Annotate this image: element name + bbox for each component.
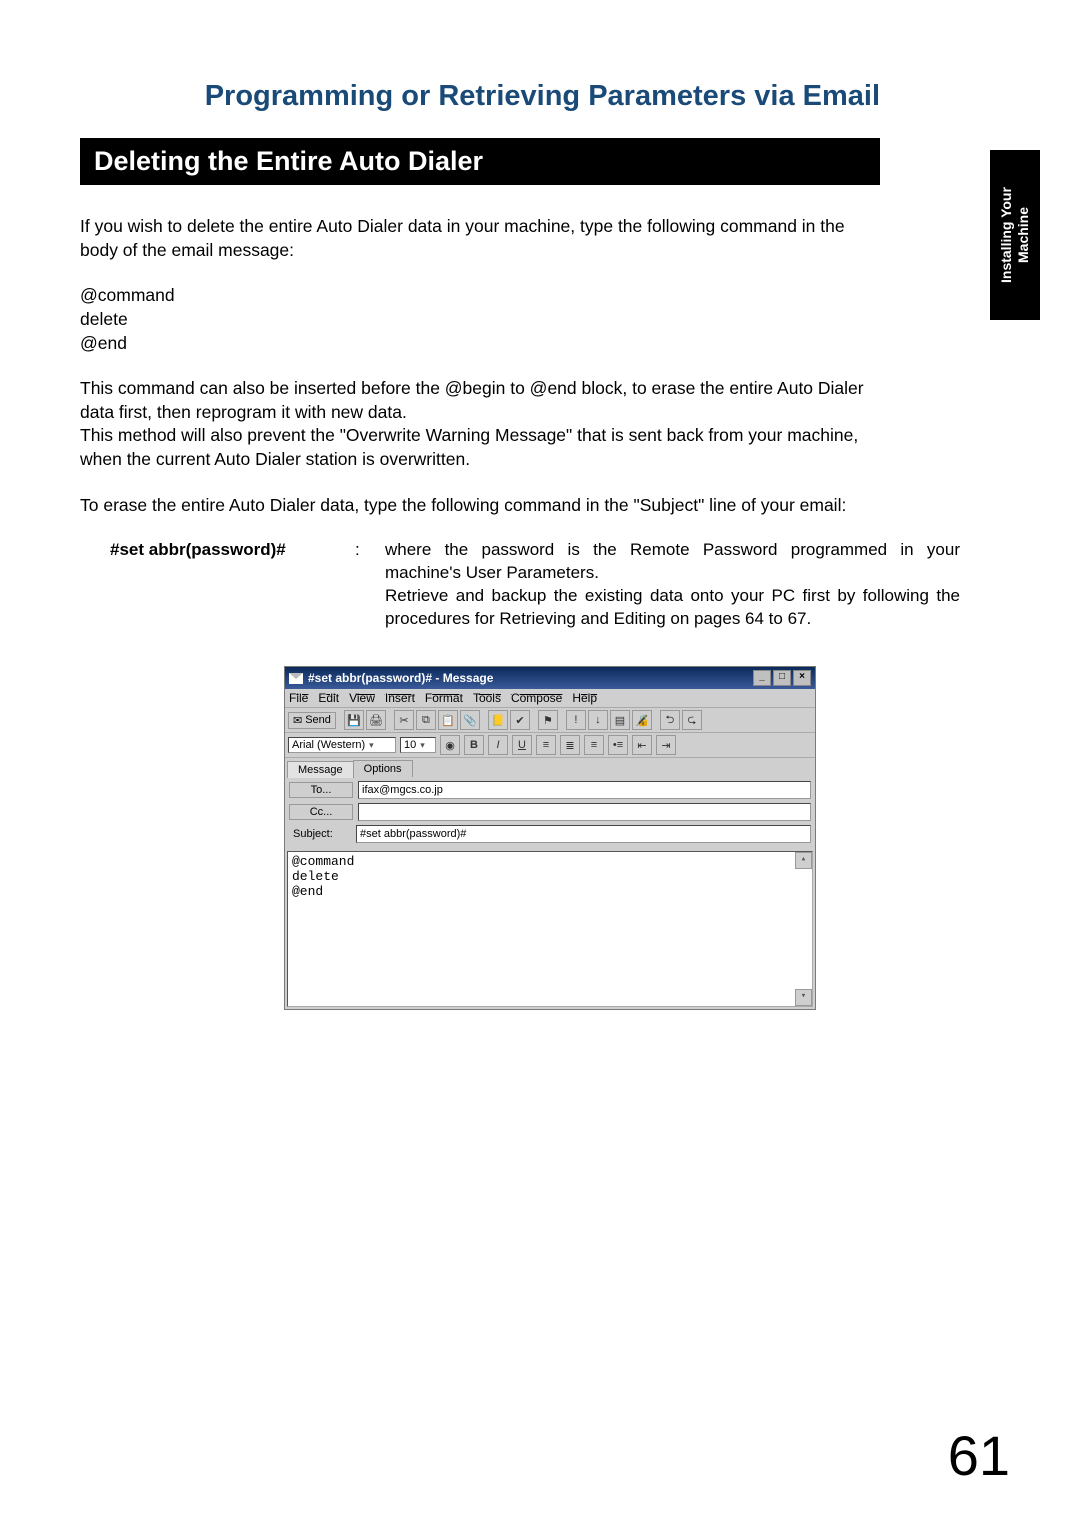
font-size-combo[interactable]: 10: [400, 737, 436, 753]
window-title: #set abbr(password)# - Message: [308, 671, 493, 685]
align-center-icon[interactable]: ≣: [560, 735, 580, 755]
page-number: 61: [948, 1423, 1010, 1488]
email-titlebar: #set abbr(password)# - Message _ □ ×: [285, 667, 815, 689]
font-name-combo[interactable]: Arial (Western): [288, 737, 396, 753]
outdent-icon[interactable]: ⇤: [632, 735, 652, 755]
menu-format[interactable]: Format: [425, 691, 463, 705]
side-tab: Installing Your Machine: [990, 150, 1040, 320]
align-left-icon[interactable]: ≡: [536, 735, 556, 755]
scroll-up-button[interactable]: ▴: [795, 852, 812, 869]
send-button[interactable]: Send: [288, 712, 336, 729]
italic-icon[interactable]: I: [488, 735, 508, 755]
mail-icon: [289, 673, 303, 684]
menu-insert[interactable]: Insert: [385, 691, 415, 705]
print-icon[interactable]: 🖨: [366, 710, 386, 730]
definition-term: #set abbr(password)#: [110, 539, 355, 631]
explain-paragraph-3: To erase the entire Auto Dialer data, ty…: [80, 494, 880, 518]
previous-icon[interactable]: ⮌: [660, 710, 680, 730]
to-field[interactable]: ifax@mgcs.co.jp: [358, 781, 811, 799]
paste-icon[interactable]: 📋: [438, 710, 458, 730]
menu-help[interactable]: Help: [572, 691, 597, 705]
bold-icon[interactable]: B: [464, 735, 484, 755]
menu-file[interactable]: File: [289, 691, 308, 705]
indent-icon[interactable]: ⇥: [656, 735, 676, 755]
importance-high-icon[interactable]: !: [566, 710, 586, 730]
header-fields: To... ifax@mgcs.co.jp Cc... Subject: #se…: [285, 777, 815, 851]
chapter-title: Programming or Retrieving Parameters via…: [80, 80, 880, 113]
minimize-button[interactable]: _: [753, 670, 771, 686]
email-body[interactable]: @command delete @end ▴ ▾: [287, 851, 813, 1007]
toolbar: Send 💾 🖨 ✂ ⧉ 📋 📎 📒 ✔ ⚑ ! ↓ ▤ 🔏 ⮌ ⮎: [285, 708, 815, 733]
options-icon[interactable]: ▤: [610, 710, 630, 730]
cc-field[interactable]: [358, 803, 811, 821]
menu-edit[interactable]: Edit: [318, 691, 339, 705]
copy-icon[interactable]: ⧉: [416, 710, 436, 730]
menu-tools[interactable]: Tools: [473, 691, 501, 705]
command-block: @command delete @end: [80, 284, 880, 355]
cut-icon[interactable]: ✂: [394, 710, 414, 730]
cc-button[interactable]: Cc...: [289, 804, 353, 820]
maximize-button[interactable]: □: [773, 670, 791, 686]
definition-colon: :: [355, 539, 385, 631]
next-icon[interactable]: ⮎: [682, 710, 702, 730]
close-button[interactable]: ×: [793, 670, 811, 686]
to-button[interactable]: To...: [289, 782, 353, 798]
attach-icon[interactable]: 📎: [460, 710, 480, 730]
bullets-icon[interactable]: •≡: [608, 735, 628, 755]
menu-compose[interactable]: Compose: [511, 691, 562, 705]
tab-message[interactable]: Message: [287, 761, 354, 778]
email-window: #set abbr(password)# - Message _ □ × Fil…: [284, 666, 816, 1010]
address-book-icon[interactable]: 📒: [488, 710, 508, 730]
seal-icon[interactable]: 🔏: [632, 710, 652, 730]
explain-paragraph-1: This command can also be inserted before…: [80, 377, 880, 424]
check-names-icon[interactable]: ✔: [510, 710, 530, 730]
intro-paragraph: If you wish to delete the entire Auto Di…: [80, 215, 880, 262]
section-heading: Deleting the Entire Auto Dialer: [80, 138, 880, 185]
tab-options[interactable]: Options: [353, 760, 413, 777]
menu-bar: File Edit View Insert Format Tools Compo…: [285, 689, 815, 708]
formatting-toolbar: Arial (Western) 10 ◉ B I U ≡ ≣ ≡ •≡ ⇤ ⇥: [285, 733, 815, 758]
align-right-icon[interactable]: ≡: [584, 735, 604, 755]
explain-paragraph-2: This method will also prevent the "Overw…: [80, 424, 880, 471]
subject-label: Subject:: [289, 828, 351, 840]
underline-icon[interactable]: U: [512, 735, 532, 755]
importance-low-icon[interactable]: ↓: [588, 710, 608, 730]
save-icon[interactable]: 💾: [344, 710, 364, 730]
flag-icon[interactable]: ⚑: [538, 710, 558, 730]
scroll-down-button[interactable]: ▾: [795, 989, 812, 1006]
subject-field[interactable]: #set abbr(password)#: [356, 825, 811, 843]
font-color-icon[interactable]: ◉: [440, 735, 460, 755]
definition-description: where the password is the Remote Passwor…: [385, 539, 960, 631]
menu-view[interactable]: View: [349, 691, 375, 705]
